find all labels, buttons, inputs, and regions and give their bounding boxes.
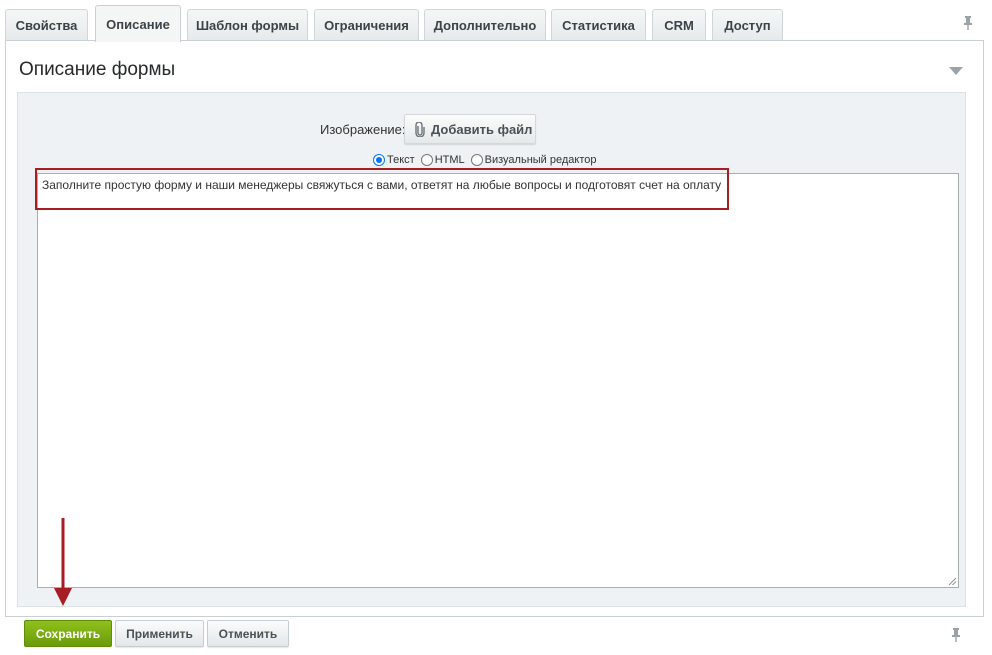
description-text: Заполните простую форму и наши менеджеры… [42,178,722,192]
image-field-row: Изображение: Добавить файл [18,114,967,144]
mode-html-option[interactable]: HTML [420,154,465,166]
paperclip-icon [415,121,425,137]
description-form-area: Изображение: Добавить файл Текст HTML Ви… [17,92,966,607]
mode-visual-editor-radio[interactable] [470,154,483,166]
tab-description[interactable]: Описание [95,5,181,42]
image-field-label: Изображение: [320,122,406,137]
mode-visual-editor-option[interactable]: Визуальный редактор [470,154,597,166]
apply-button[interactable]: Применить [115,620,204,647]
description-panel: Описание формы Изображение: Добавить фай… [5,40,984,617]
collapse-arrow-icon[interactable] [949,67,963,75]
mode-visual-editor-label: Визуальный редактор [484,154,597,166]
pin-icon[interactable] [962,16,974,30]
add-file-label: Добавить файл [431,121,533,137]
mode-html-label: HTML [434,154,465,166]
cancel-button[interactable]: Отменить [207,620,289,647]
description-textarea[interactable]: Заполните простую форму и наши менеджеры… [37,173,959,588]
mode-html-radio[interactable] [420,154,433,166]
resize-grip-icon[interactable] [948,577,957,586]
pin-icon[interactable] [950,628,962,642]
save-button[interactable]: Сохранить [24,620,112,647]
tab-form-template[interactable]: Шаблон формы [187,9,308,40]
tab-bar: Свойства Описание Шаблон формы Ограничен… [0,0,992,42]
form-settings-page: Свойства Описание Шаблон формы Ограничен… [0,0,992,655]
panel-title: Описание формы [19,59,176,80]
mode-text-label: Текст [387,154,415,166]
add-file-button[interactable]: Добавить файл [404,114,536,144]
mode-text-option[interactable]: Текст [373,154,415,166]
tab-access[interactable]: Доступ [712,9,783,40]
tab-statistics[interactable]: Статистика [551,9,646,40]
tab-restrictions[interactable]: Ограничения [314,9,419,40]
tab-properties[interactable]: Свойства [5,9,88,40]
editor-mode-switch: Текст HTML Визуальный редактор [373,152,603,168]
mode-text-radio[interactable] [373,154,385,166]
tab-crm[interactable]: CRM [652,9,706,40]
tab-additional[interactable]: Дополнительно [424,9,546,40]
